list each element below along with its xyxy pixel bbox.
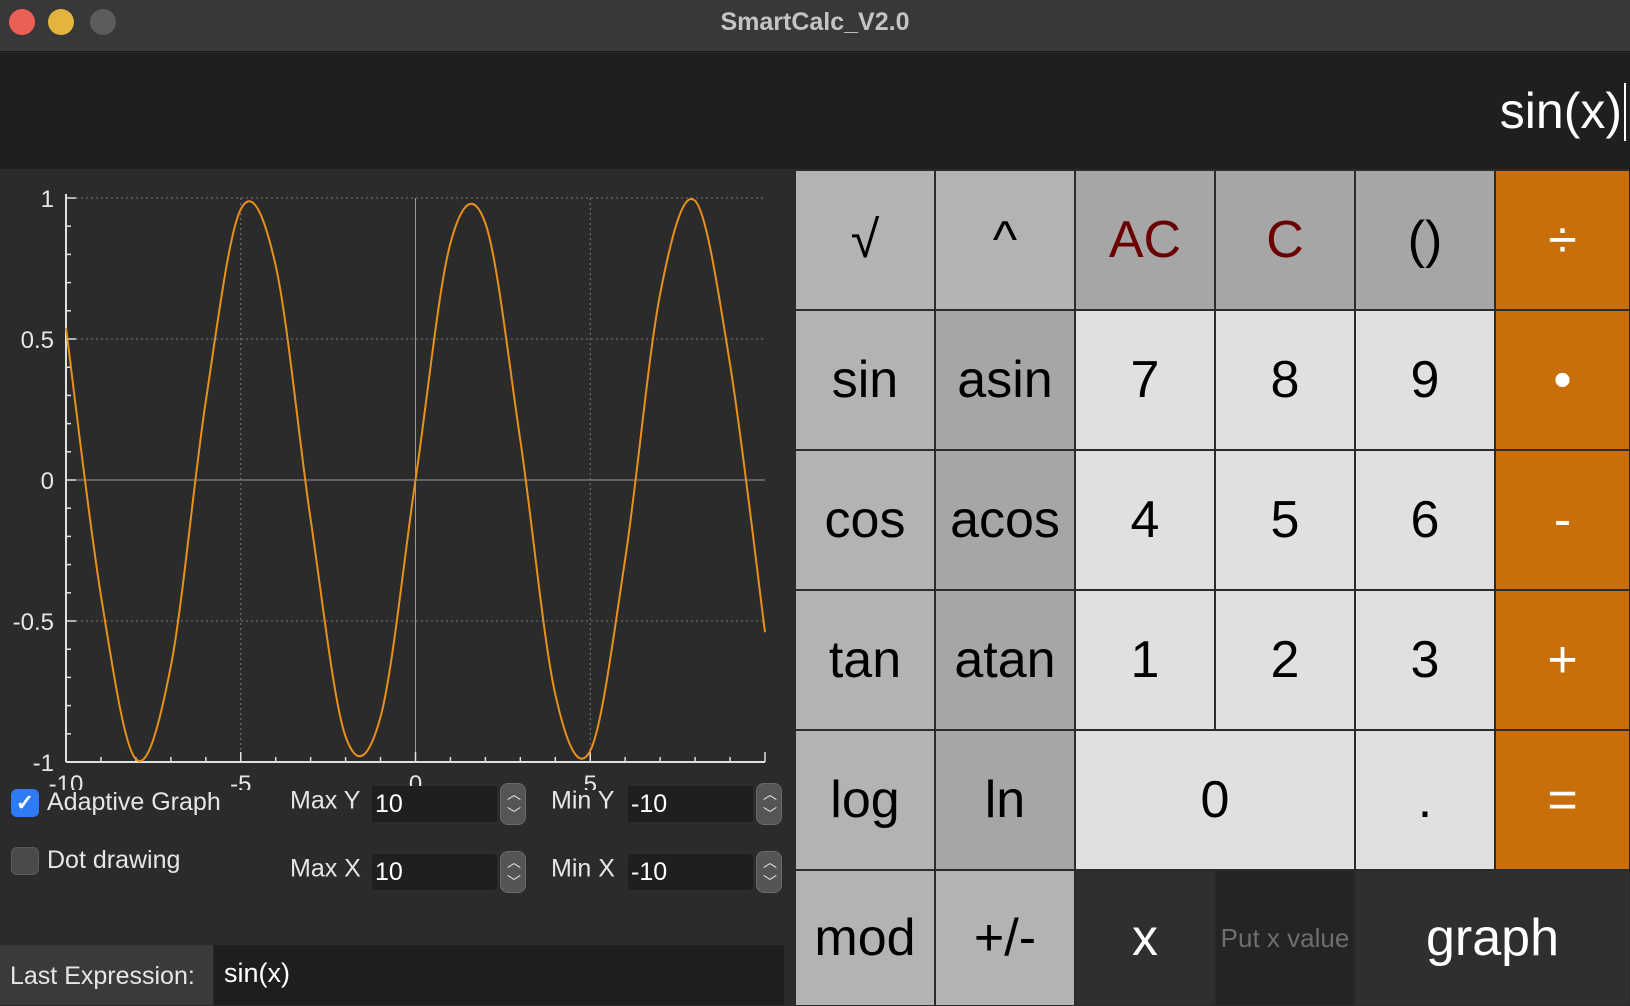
chevron-down-icon[interactable]: ﹀ bbox=[501, 805, 527, 823]
window-title: SmartCalc_V2.0 bbox=[720, 8, 910, 36]
x-variable-button[interactable]: x bbox=[1075, 870, 1215, 1006]
adaptive-graph-label: Adaptive Graph bbox=[47, 788, 221, 816]
sin-button[interactable]: sin bbox=[795, 310, 935, 450]
chevron-down-icon[interactable]: ﹀ bbox=[501, 873, 527, 891]
digit-0-button[interactable]: 0 bbox=[1075, 730, 1355, 870]
chevron-down-icon[interactable]: ﹀ bbox=[757, 873, 783, 891]
max-x-label: Max X bbox=[290, 854, 361, 883]
graph-panel: 1 0.5 0 -0.5 -1 -10 -5 0 5 ✓ Adaptive Graph Dot … bbox=[0, 170, 793, 1006]
add-button[interactable]: + bbox=[1495, 590, 1630, 730]
parentheses-button[interactable]: () bbox=[1355, 170, 1495, 310]
digit-3-button[interactable]: 3 bbox=[1355, 590, 1495, 730]
y-tick-label: 0 bbox=[41, 468, 54, 495]
title-bar: SmartCalc_V2.0 bbox=[0, 0, 1630, 52]
negate-button[interactable]: +/- bbox=[935, 870, 1075, 1006]
adaptive-graph-checkbox[interactable]: ✓ Adaptive Graph bbox=[11, 788, 221, 817]
digit-1-button[interactable]: 1 bbox=[1075, 590, 1215, 730]
subtract-button[interactable]: - bbox=[1495, 450, 1630, 590]
ln-button[interactable]: ln bbox=[935, 730, 1075, 870]
mod-button[interactable]: mod bbox=[795, 870, 935, 1006]
divide-button[interactable]: ÷ bbox=[1495, 170, 1630, 310]
keypad: √ ^ AC C () ÷ sin asin 7 8 9 • cos acos … bbox=[795, 170, 1630, 1006]
equals-button[interactable]: = bbox=[1495, 730, 1630, 870]
acos-button[interactable]: acos bbox=[935, 450, 1075, 590]
chevron-up-icon[interactable]: ︿ bbox=[757, 785, 783, 803]
digit-5-button[interactable]: 5 bbox=[1215, 450, 1355, 590]
multiply-button[interactable]: • bbox=[1495, 310, 1630, 450]
chevron-up-icon[interactable]: ︿ bbox=[501, 853, 527, 871]
power-button[interactable]: ^ bbox=[935, 170, 1075, 310]
min-x-input[interactable]: -10 bbox=[628, 854, 753, 890]
log-button[interactable]: log bbox=[795, 730, 935, 870]
digit-6-button[interactable]: 6 bbox=[1355, 450, 1495, 590]
chevron-down-icon[interactable]: ﹀ bbox=[757, 805, 783, 823]
text-cursor bbox=[1624, 83, 1626, 141]
tan-button[interactable]: tan bbox=[795, 590, 935, 730]
cos-button[interactable]: cos bbox=[795, 450, 935, 590]
min-y-stepper[interactable]: ︿ ﹀ bbox=[756, 783, 782, 825]
dot-drawing-checkbox[interactable]: Dot drawing bbox=[11, 846, 180, 875]
all-clear-button[interactable]: AC bbox=[1075, 170, 1215, 310]
last-expression-value[interactable]: sin(x) bbox=[214, 945, 784, 1005]
x-value-input[interactable]: Put x value bbox=[1215, 870, 1355, 1006]
decimal-point-button[interactable]: . bbox=[1355, 730, 1495, 870]
min-x-stepper[interactable]: ︿ ﹀ bbox=[756, 851, 782, 893]
digit-7-button[interactable]: 7 bbox=[1075, 310, 1215, 450]
y-tick-label: 0.5 bbox=[21, 327, 54, 354]
min-y-label: Min Y bbox=[551, 786, 615, 815]
clear-button[interactable]: C bbox=[1215, 170, 1355, 310]
max-x-input[interactable]: 10 bbox=[372, 854, 497, 890]
expression-display[interactable]: sin(x) bbox=[0, 53, 1630, 169]
min-y-input[interactable]: -10 bbox=[628, 786, 753, 822]
digit-4-button[interactable]: 4 bbox=[1075, 450, 1215, 590]
x-tick-label: -5 bbox=[230, 771, 251, 790]
digit-2-button[interactable]: 2 bbox=[1215, 590, 1355, 730]
digit-9-button[interactable]: 9 bbox=[1355, 310, 1495, 450]
app-window: SmartCalc_V2.0 sin(x) 1 0.5 0 -0.5 - 1 -10 -5 0 5… bbox=[0, 0, 1630, 1006]
graph-button[interactable]: graph bbox=[1355, 870, 1630, 1006]
unchecked-box-icon bbox=[11, 846, 39, 875]
expression-text: sin(x) bbox=[1499, 83, 1622, 139]
chevron-up-icon[interactable]: ︿ bbox=[757, 853, 783, 871]
checkmark-icon: ✓ bbox=[11, 788, 39, 817]
function-plot: 10.50-0.5-1-10 -5 0 5 bbox=[13, 186, 766, 790]
min-x-label: Min X bbox=[551, 854, 615, 883]
max-y-stepper[interactable]: ︿ ﹀ bbox=[500, 783, 526, 825]
last-expression-label: Last Expression: bbox=[0, 945, 213, 1005]
asin-button[interactable]: asin bbox=[935, 310, 1075, 450]
atan-button[interactable]: atan bbox=[935, 590, 1075, 730]
max-y-input[interactable]: 10 bbox=[372, 786, 497, 822]
y-tick-label: 1 bbox=[41, 186, 54, 213]
sqrt-button[interactable]: √ bbox=[795, 170, 935, 310]
y-tick-label: -0.5 bbox=[13, 609, 54, 636]
dot-drawing-label: Dot drawing bbox=[47, 846, 181, 874]
max-x-stepper[interactable]: ︿ ﹀ bbox=[500, 851, 526, 893]
chevron-up-icon[interactable]: ︿ bbox=[501, 785, 527, 803]
digit-8-button[interactable]: 8 bbox=[1215, 310, 1355, 450]
max-y-label: Max Y bbox=[290, 786, 361, 815]
